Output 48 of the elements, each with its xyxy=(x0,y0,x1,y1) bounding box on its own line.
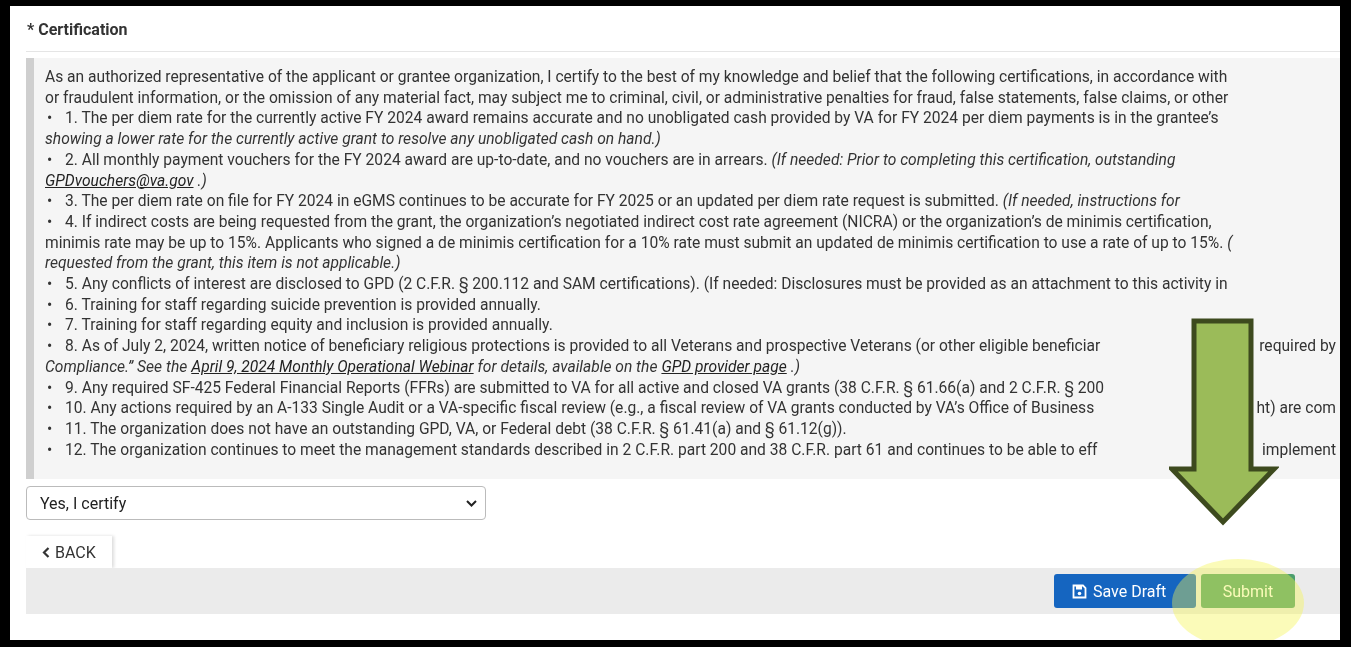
back-button[interactable]: BACK xyxy=(26,536,112,568)
section-title: * Certification xyxy=(26,20,128,39)
bullet: • xyxy=(46,108,54,130)
note-text: (If needed, instructions for xyxy=(1002,191,1180,212)
item-text: minimis rate may be up to 15%. Applicants who signed a de minimis certification for a 10% rate must submit an updated de minimis certification to use a rate of up to 15%. xyxy=(45,232,1224,254)
save-draft-button[interactable]: Save Draft xyxy=(1054,574,1196,608)
paragraph-text: or fraudulent information, or the omission of any material fact, may subject me to criminal, civil, or administrative penalties for fraud, false statements, false claims, or other xyxy=(45,87,1230,109)
item-text: required by xyxy=(1259,336,1336,357)
chevron-left-icon xyxy=(42,546,50,558)
note-text: .) xyxy=(197,170,207,192)
item-text: 2. All monthly payment vouchers for the FY 2024 award are up-to-date, and no vouchers are in arrears. xyxy=(65,149,768,171)
item-text: 11. The organization does not have an outstanding GPD, VA, or Federal debt (38 C.F.R. § 61.41(a) and § 61.12(g)). xyxy=(65,418,847,440)
bullet: • xyxy=(46,418,54,440)
item-text: 5. Any conflicts of interest are disclosed to GPD (2 C.F.R. § 200.112 and SAM certifications). (If needed: Disclosures must be provided as an attachment to this activity in xyxy=(65,274,1228,295)
item-text: 3. The per diem rate on file for FY 2024 in eGMS continues to be accurate for FY 2025 or an updated per diem rate request is submitted. xyxy=(65,191,999,212)
bullet: • xyxy=(46,336,54,357)
bullet: • xyxy=(46,439,54,461)
item-text: 1. The per diem rate for the currently active FY 2024 award remains accurate and no unobligated cash provided by VA for FY 2024 per diem payments is in the grantee’s xyxy=(65,108,1219,130)
text-link[interactable]: April 9, 2024 Monthly Operational Webinar xyxy=(191,356,474,378)
note-text: (If needed: Prior to completing this certification, outstanding xyxy=(771,149,1176,171)
chevron-down-icon xyxy=(466,499,477,507)
item-text: 9. Any required SF-425 Federal Financial Reports (FFRs) are submitted to VA for all active and closed VA grants (38 C.F.R. § 61.66(a) and 2 C.F.R. § 200 xyxy=(65,377,1105,399)
bullet: • xyxy=(46,149,54,171)
text-link[interactable]: GPD provider page xyxy=(661,356,787,378)
text-link[interactable]: GPDvouchers@va.gov xyxy=(45,170,194,192)
note-text: requested from the grant, this item is not applicable.) xyxy=(45,253,401,275)
bullet: • xyxy=(46,294,54,316)
bullet: • xyxy=(46,398,54,419)
item-text: ht) are com xyxy=(1256,398,1336,419)
paragraph-text: As an authorized representative of the applicant or grantee organization, I certify to the best of my knowledge and belief that the following certifications, in accordance with xyxy=(45,67,1229,88)
item-text: 10. Any actions required by an A-133 Single Audit or a VA-specific fiscal review (e.g., a fiscal review of VA grants conducted by VA’s Office of Business xyxy=(65,398,1095,419)
note-text: Compliance.” See the xyxy=(45,356,188,378)
bullet: • xyxy=(46,315,54,337)
item-text: 4. If indirect costs are being requested from the grant, the organization’s negotiated indirect cost rate agreement (NICRA) or the organization’s de minimis certification, xyxy=(65,211,1212,233)
item-text: 7. Training for staff regarding equity and inclusion is provided annually. xyxy=(65,315,553,337)
item-text: 12. The organization continues to meet the management standards described in 2 C.F.R. part 200 and 38 C.F.R. part 61 and continues to be able to eff xyxy=(65,439,1098,461)
note-text: .) xyxy=(790,356,800,378)
note-text: for details, available on the xyxy=(477,356,658,378)
certify-dropdown[interactable]: Yes, I certify xyxy=(26,486,486,520)
note-text: showing a lower rate for the currently active grant to resolve any unobligated cash on hand.) xyxy=(45,129,661,150)
bullet: • xyxy=(46,191,54,212)
bullet: • xyxy=(46,274,54,295)
note-text: ( xyxy=(1227,232,1233,254)
item-text: implement xyxy=(1262,439,1336,461)
bullet: • xyxy=(46,377,54,399)
bullet: • xyxy=(46,211,54,233)
item-text: 8. As of July 2, 2024, written notice of beneficiary religious protections is provided to all Veterans and prospective Veterans (or other eligible beneficiar xyxy=(65,336,1101,357)
item-text: 6. Training for staff regarding suicide prevention is provided annually. xyxy=(65,294,541,316)
